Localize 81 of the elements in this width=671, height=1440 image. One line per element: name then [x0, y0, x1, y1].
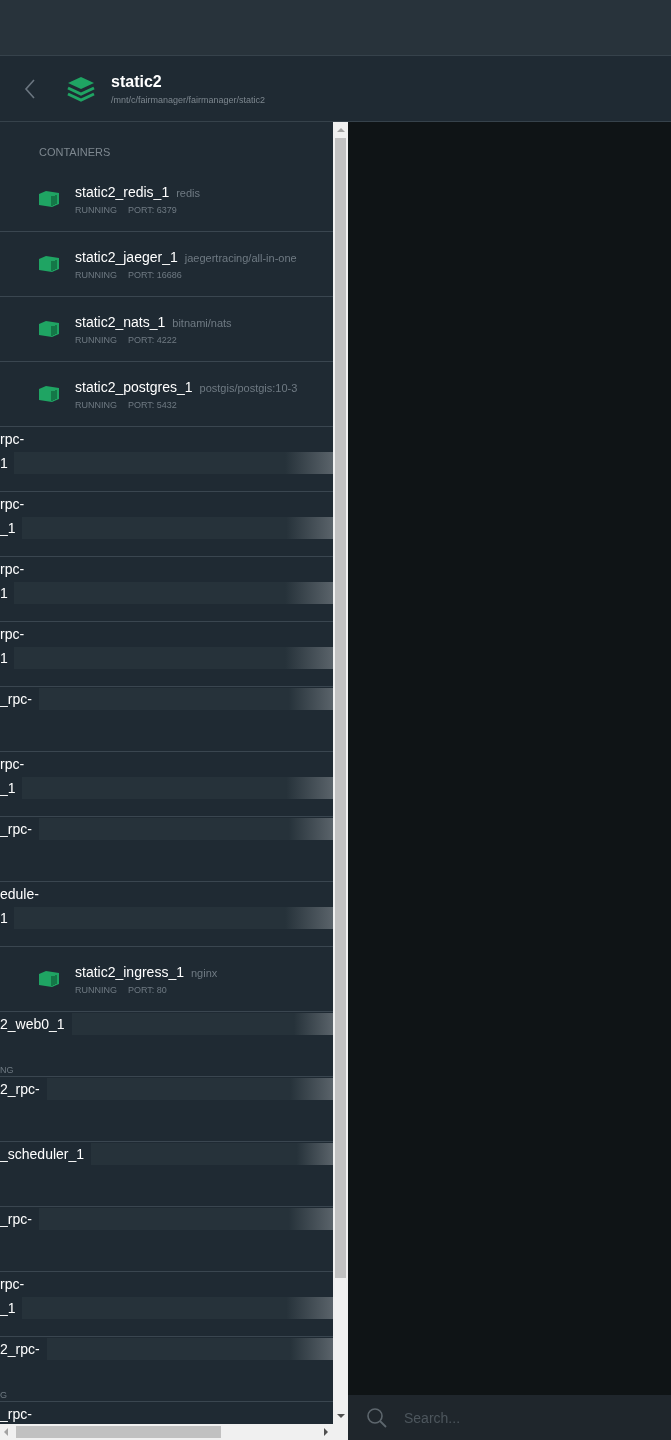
- stack-icon: [66, 75, 96, 102]
- section-title: CONTAINERS: [38, 145, 112, 160]
- container-name: 2_web0_1: [0, 1015, 65, 1032]
- container-name: edule-: [0, 885, 39, 902]
- container-name: static2_postgres_1: [75, 378, 193, 395]
- container-row[interactable]: rpc- 1: [0, 622, 333, 687]
- container-status: RUNNING: [75, 399, 117, 410]
- container-name: _1: [0, 780, 16, 796]
- scroll-right-icon[interactable]: [324, 1428, 328, 1436]
- container-row[interactable]: 2_rpc- G: [0, 1337, 333, 1402]
- container-image: nginx: [190, 966, 218, 979]
- scroll-left-icon[interactable]: [4, 1428, 8, 1436]
- container-name: static2_redis_1: [75, 183, 170, 200]
- scroll-up-icon[interactable]: [336, 128, 345, 132]
- container-icon: [38, 320, 60, 338]
- container-name: rpc-: [0, 625, 25, 642]
- container-name: rpc-: [0, 755, 25, 772]
- container-icon: [38, 255, 60, 273]
- container-row[interactable]: _rpc-: [0, 817, 333, 882]
- container-row[interactable]: static2_ingress_1 nginx RUNNING PORT: 80: [0, 947, 333, 1012]
- container-row[interactable]: _rpc-: [0, 687, 333, 752]
- container-name: static2_nats_1: [75, 313, 166, 330]
- container-image: redis: [176, 186, 200, 199]
- container-name: _rpc-: [0, 820, 32, 837]
- container-icon: [38, 190, 60, 208]
- container-port: PORT: 80: [128, 984, 167, 995]
- container-status: RUNNING: [75, 334, 117, 345]
- container-port: PORT: 16686: [128, 269, 182, 280]
- scroll-thumb[interactable]: [335, 138, 346, 1278]
- container-name: 1: [0, 910, 8, 926]
- container-name: _rpc-: [0, 1210, 32, 1227]
- container-icon: [38, 970, 60, 988]
- container-row[interactable]: static2_nats_1 bitnami/nats RUNNING PORT: 4222: [0, 297, 333, 362]
- container-icon: [38, 385, 60, 403]
- container-row[interactable]: static2_redis_1 redis RUNNING PORT: 6379: [0, 167, 333, 232]
- container-port: PORT: 4222: [128, 334, 177, 345]
- project-name: static2: [111, 72, 163, 91]
- container-row[interactable]: rpc- 1: [0, 557, 333, 622]
- container-row[interactable]: _rpc-: [0, 1207, 333, 1272]
- container-name: rpc-: [0, 495, 25, 512]
- container-row[interactable]: _scheduler_1: [0, 1142, 333, 1207]
- horizontal-scrollbar[interactable]: [0, 1424, 348, 1440]
- container-status: RUNNING: [75, 984, 117, 995]
- container-name: 1: [0, 585, 8, 601]
- container-name: 1: [0, 650, 8, 666]
- container-image: bitnami/nats: [172, 316, 232, 329]
- container-name: 2_rpc-: [0, 1080, 40, 1097]
- vertical-scrollbar[interactable]: [333, 122, 348, 1424]
- container-name: _rpc-: [0, 1405, 32, 1422]
- container-name: rpc-: [0, 1275, 25, 1292]
- container-status: G: [0, 1390, 7, 1400]
- container-row[interactable]: edule- 1: [0, 882, 333, 947]
- container-name: _rpc-: [0, 690, 32, 707]
- container-name: rpc-: [0, 430, 25, 447]
- container-name: 1: [0, 455, 8, 471]
- container-row[interactable]: 2_web0_1 NG: [0, 1012, 333, 1077]
- container-image: postgis/postgis:10-3: [199, 381, 298, 394]
- container-name: _1: [0, 1300, 16, 1316]
- container-status: RUNNING: [75, 269, 117, 280]
- project-path: /mnt/c/fairmanager/fairmanager/static2: [111, 94, 266, 105]
- container-name: static2_jaeger_1: [75, 248, 178, 265]
- container-name: _1: [0, 520, 16, 536]
- container-name: 2_rpc-: [0, 1340, 40, 1357]
- back-icon[interactable]: [24, 78, 36, 99]
- container-status: NG: [0, 1065, 14, 1075]
- container-name: rpc-: [0, 560, 25, 577]
- container-name: _scheduler_1: [0, 1145, 85, 1162]
- container-name: static2_ingress_1: [75, 963, 184, 980]
- container-row[interactable]: 2_rpc-: [0, 1077, 333, 1142]
- container-row[interactable]: rpc- 1: [0, 427, 333, 492]
- container-status: RUNNING: [75, 204, 117, 215]
- container-row[interactable]: rpc- _1: [0, 1272, 333, 1337]
- container-port: PORT: 5432: [128, 399, 177, 410]
- container-row[interactable]: rpc- _1: [0, 492, 333, 557]
- container-port: PORT: 6379: [128, 204, 177, 215]
- container-row[interactable]: static2_jaeger_1 jaegertracing/all-in-one RUNNING PORT: 16686: [0, 232, 333, 297]
- container-row[interactable]: rpc- _1: [0, 752, 333, 817]
- container-image: jaegertracing/all-in-one: [184, 251, 297, 264]
- scroll-thumb[interactable]: [16, 1426, 221, 1438]
- container-row[interactable]: static2_postgres_1 postgis/postgis:10-3 RUNNING PORT: 5432: [0, 362, 333, 427]
- scroll-down-icon[interactable]: [336, 1414, 345, 1418]
